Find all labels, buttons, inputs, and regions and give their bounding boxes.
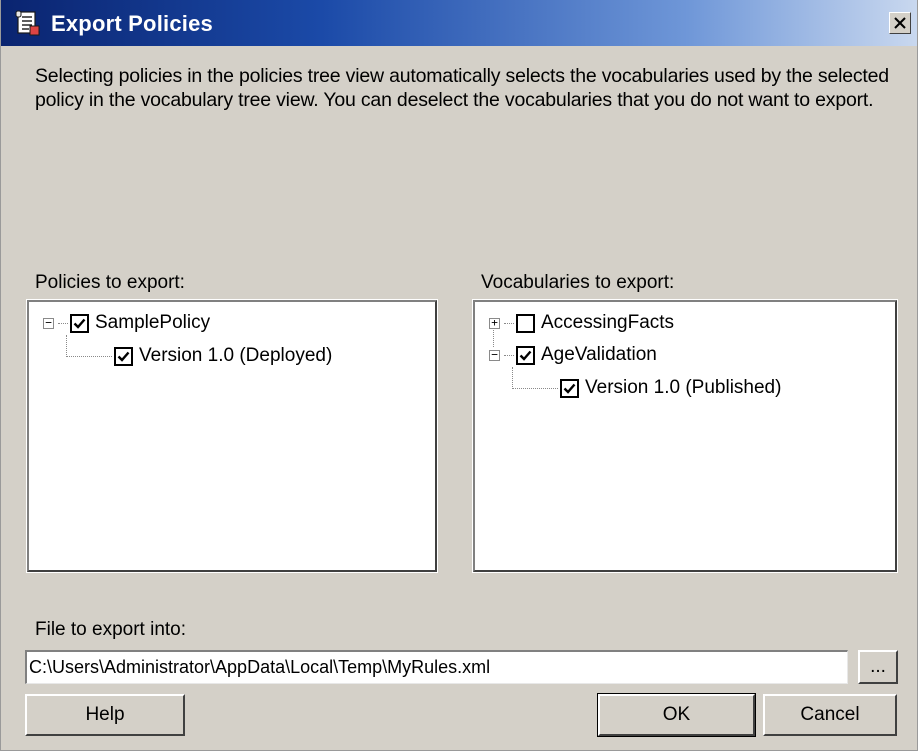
tree-node-policy-version[interactable]: Version 1.0 (Deployed) <box>66 342 332 370</box>
collapse-icon[interactable]: − <box>43 317 54 329</box>
policies-label: Policies to export: <box>35 272 185 293</box>
vocabulary-version-checkbox[interactable] <box>560 378 579 398</box>
tree-node-accessingfacts[interactable]: + AccessingFacts <box>489 309 674 337</box>
tree-node-label: AccessingFacts <box>541 312 675 333</box>
dialog-title: Export Policies <box>51 11 213 36</box>
vocabularies-tree[interactable]: + AccessingFacts − AgeValidation Version… <box>472 299 898 573</box>
checkmark-icon <box>563 383 576 394</box>
close-icon <box>894 17 906 29</box>
close-button[interactable] <box>889 12 911 34</box>
checkmark-icon <box>519 350 532 361</box>
instructions-text: Selecting policies in the policies tree … <box>35 65 889 111</box>
export-policies-dialog: Export Policies Selecting policies in th… <box>0 0 918 751</box>
agevalidation-checkbox[interactable] <box>516 345 535 365</box>
expand-icon[interactable]: + <box>489 317 500 329</box>
tree-node-label: Version 1.0 (Deployed) <box>139 345 333 366</box>
file-path-input[interactable]: C:\Users\Administrator\AppData\Local\Tem… <box>25 650 848 684</box>
help-button[interactable]: Help <box>25 694 185 736</box>
title-bar[interactable]: Export Policies <box>1 0 917 46</box>
tree-node-vocabulary-version[interactable]: Version 1.0 (Published) <box>512 374 781 402</box>
tree-node-samplepolicy[interactable]: − SamplePolicy <box>43 309 210 337</box>
accessingfacts-checkbox[interactable] <box>516 313 535 333</box>
tree-node-label: SamplePolicy <box>95 312 211 333</box>
collapse-icon[interactable]: − <box>489 349 500 361</box>
checkmark-icon <box>117 351 130 362</box>
policies-tree[interactable]: − SamplePolicy Version 1.0 (Deployed) <box>26 299 438 573</box>
tree-node-label: AgeValidation <box>541 344 657 365</box>
policy-version-checkbox[interactable] <box>114 346 133 366</box>
browse-button[interactable]: ... <box>858 650 898 684</box>
samplepolicy-checkbox[interactable] <box>70 313 89 333</box>
tree-node-agevalidation[interactable]: − AgeValidation <box>489 341 657 369</box>
checkmark-icon <box>73 318 86 329</box>
policy-scroll-icon <box>15 10 41 36</box>
tree-node-label: Version 1.0 (Published) <box>585 377 782 398</box>
file-label: File to export into: <box>35 619 187 640</box>
cancel-button[interactable]: Cancel <box>763 694 897 736</box>
vocabularies-label: Vocabularies to export: <box>481 272 675 293</box>
ok-button[interactable]: OK <box>597 693 756 737</box>
